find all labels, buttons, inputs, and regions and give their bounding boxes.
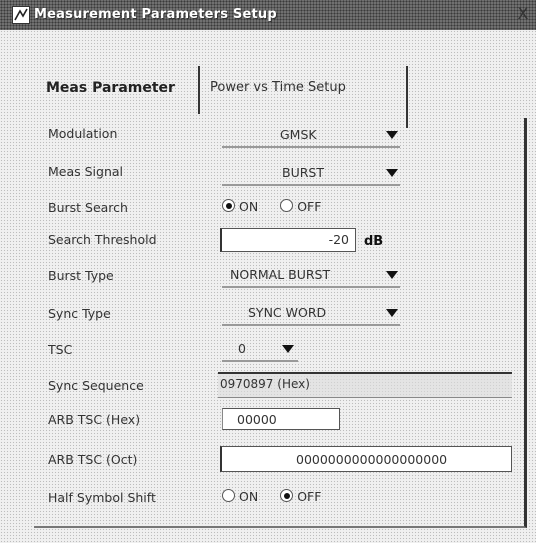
half-symbol-shift-label: Half Symbol Shift	[48, 490, 156, 505]
tab-power-vs-time-setup[interactable]: Power vs Time Setup	[206, 66, 408, 128]
burst-search-on-radio[interactable]	[222, 199, 235, 212]
chevron-down-icon[interactable]	[386, 131, 398, 139]
burst-type-dropdown[interactable]: NORMAL BURST	[222, 264, 400, 288]
arb-tsc-hex-input[interactable]: 00000	[222, 408, 340, 430]
burst-search-off-label: OFF	[297, 199, 322, 214]
burst-search-off-radio[interactable]	[280, 199, 294, 212]
meas-signal-dropdown[interactable]: BURST	[222, 162, 400, 186]
modulation-value: GMSK	[280, 127, 317, 142]
arb-tsc-oct-input[interactable]: 0000000000000000000	[220, 446, 512, 472]
chevron-down-icon[interactable]	[386, 271, 398, 279]
burst-type-value: NORMAL BURST	[230, 267, 331, 282]
modulation-dropdown[interactable]: GMSK	[222, 124, 400, 148]
burst-search-label: Burst Search	[48, 200, 128, 215]
window-title: Measurement Parameters Setup	[34, 7, 277, 22]
search-threshold-label: Search Threshold	[48, 232, 157, 247]
meas-signal-value: BURST	[282, 165, 324, 180]
close-icon[interactable]: X	[514, 4, 532, 24]
half-symbol-shift-off-label: OFF	[297, 489, 322, 504]
burst-type-label: Burst Type	[48, 268, 114, 283]
chevron-down-icon[interactable]	[386, 309, 398, 317]
tab-meas-parameter[interactable]: Meas Parameter	[36, 64, 206, 112]
half-symbol-shift-off-radio[interactable]	[280, 489, 294, 502]
tab-divider	[198, 66, 200, 114]
half-symbol-shift-on-label: ON	[239, 489, 259, 504]
modulation-label: Modulation	[48, 126, 118, 141]
arb-tsc-oct-label: ARB TSC (Oct)	[48, 452, 138, 467]
tsc-dropdown[interactable]: 0	[222, 338, 298, 362]
arb-tsc-hex-label: ARB TSC (Hex)	[48, 412, 141, 427]
sync-type-dropdown[interactable]: SYNC WORD	[222, 302, 400, 326]
sync-sequence-value: 0970897 (Hex)	[218, 372, 512, 398]
half-symbol-shift-radio-group: ON OFF	[222, 489, 339, 504]
sync-type-value: SYNC WORD	[248, 305, 327, 320]
sync-sequence-label: Sync Sequence	[48, 378, 144, 393]
sync-type-label: Sync Type	[48, 306, 111, 321]
meas-signal-label: Meas Signal	[48, 164, 124, 179]
title-bar: Measurement Parameters Setup X	[0, 0, 536, 30]
half-symbol-shift-on-radio[interactable]	[222, 489, 235, 502]
tsc-value: 0	[238, 341, 246, 356]
search-threshold-unit: dB	[364, 234, 384, 249]
chevron-down-icon[interactable]	[386, 169, 398, 177]
waveform-icon	[12, 6, 30, 24]
chevron-down-icon[interactable]	[282, 345, 294, 353]
burst-search-radio-group: ON OFF	[222, 199, 339, 214]
search-threshold-input[interactable]: -20	[220, 228, 356, 252]
tsc-label: TSC	[48, 342, 73, 357]
burst-search-on-label: ON	[239, 199, 259, 214]
